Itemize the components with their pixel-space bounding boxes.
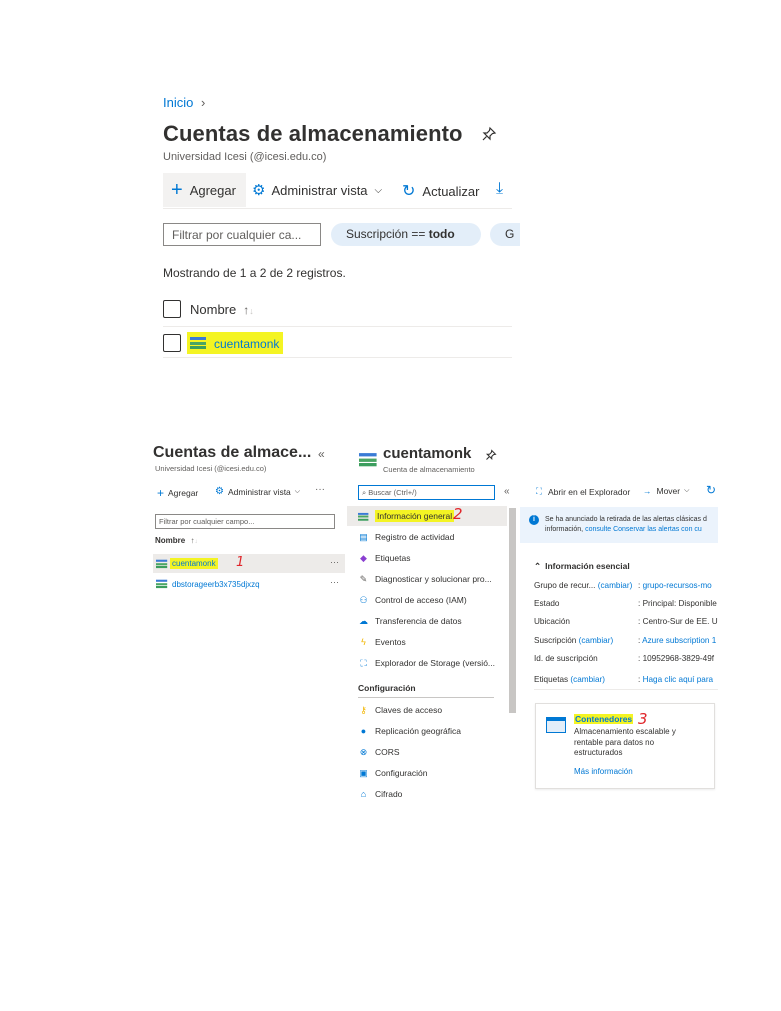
menu-search-input[interactable]: ⌕ Buscar (Ctrl+/) — [358, 485, 495, 500]
annotation-2: 2 — [453, 505, 463, 523]
open-explorer-button[interactable]: ⛶ Abrir en el Explorador — [536, 486, 630, 497]
transfer-icon: ☁ — [359, 615, 368, 626]
refresh-button[interactable]: ↻ Actualizar — [402, 181, 479, 201]
table-row-link[interactable]: cuentamonk — [214, 337, 279, 351]
pin-icon[interactable] — [481, 126, 497, 146]
refresh-icon: ↻ — [402, 183, 416, 200]
storage-account-icon — [190, 336, 206, 354]
resource-title: cuentamonk — [383, 445, 472, 462]
page-title: Cuentas de almacenamiento — [163, 121, 463, 146]
overview-icon — [358, 512, 369, 520]
page-subtitle: Universidad Icesi (@icesi.edu.co) — [163, 151, 327, 163]
explorer-icon: ⛶ — [536, 486, 542, 496]
menu-item-overview[interactable]: Información general — [358, 506, 455, 526]
pin-icon[interactable] — [485, 448, 497, 466]
log-icon: ▤ — [359, 531, 368, 542]
menu-item-activity-log[interactable]: ▤ Registro de actividad — [358, 527, 454, 547]
explorer-icon: ⛶ — [360, 657, 367, 668]
wrench-icon: ✎ — [359, 573, 368, 584]
breadcrumb-home-link[interactable]: Inicio — [163, 95, 193, 110]
cors-icon: ⊗ — [359, 746, 368, 757]
config-icon: ▣ — [359, 767, 368, 778]
arrow-right-icon: → — [643, 486, 652, 496]
records-count: Mostrando de 1 a 2 de 2 registros. — [163, 266, 346, 280]
menu-scrollbar[interactable] — [509, 508, 516, 713]
search-icon: ⌕ — [362, 487, 367, 497]
menu-item-configuration[interactable]: ▣ Configuración — [358, 763, 427, 783]
chevron-up-icon: ⌃ — [534, 561, 542, 571]
annotation-1: 1 — [236, 555, 245, 570]
info-icon: i — [529, 515, 539, 525]
plus-icon: + — [171, 179, 183, 201]
left-column-header[interactable]: Nombre ↑↓ — [155, 536, 197, 545]
sort-icon: ↑↓ — [190, 536, 198, 545]
sort-icon: ↑↓ — [243, 302, 254, 317]
menu-item-storage-explorer[interactable]: ⛶ Explorador de Storage (versió... — [358, 653, 495, 673]
filter-pill-2[interactable]: G — [490, 223, 520, 246]
row-checkbox[interactable] — [163, 334, 181, 352]
menu-item-tags[interactable]: ◆ Etiquetas — [358, 548, 410, 568]
menu-item-access-keys[interactable]: ⚷ Claves de acceso — [358, 700, 442, 720]
chevron-down-icon: ⌵ — [294, 487, 301, 495]
info-banner: i Se ha anunciado la retirada de las ale… — [520, 507, 718, 543]
menu-item-cors[interactable]: ⊗ CORS — [358, 742, 400, 762]
card-title[interactable]: Contenedores — [574, 714, 634, 724]
menu-item-geo-replication[interactable]: ● Replicación geográfica — [358, 721, 461, 741]
menu-item-data-transfer[interactable]: ☁ Transferencia de datos — [358, 611, 462, 631]
select-all-checkbox[interactable] — [163, 300, 181, 318]
more-icon[interactable]: ··· — [315, 484, 325, 495]
resource-icon — [359, 452, 377, 472]
menu-item-diagnose[interactable]: ✎ Diagnosticar y solucionar pro... — [358, 569, 492, 589]
menu-section-configuration: Configuración — [358, 683, 416, 693]
lightning-icon: ϟ — [361, 637, 366, 647]
list-item-link[interactable]: cuentamonk — [170, 558, 218, 569]
lock-icon: ⌂ — [360, 789, 367, 799]
more-icon[interactable]: ··· — [330, 577, 339, 587]
download-icon[interactable]: ⤓ — [496, 180, 503, 198]
menu-item-events[interactable]: ϟ Eventos — [358, 632, 406, 652]
menu-item-encryption[interactable]: ⌂ Cifrado — [358, 784, 403, 804]
resource-subtitle: Cuenta de almacenamiento — [383, 465, 475, 474]
refresh-icon[interactable]: ↻ — [706, 483, 716, 497]
card-description: Almacenamiento escalable y rentable para… — [574, 727, 676, 757]
containers-card[interactable]: Contenedores 3 Almacenamiento escalable … — [535, 703, 715, 789]
gear-icon: ⚙ — [215, 486, 224, 497]
chevron-down-icon: ⌵ — [684, 487, 690, 494]
left-filter-input[interactable]: Filtrar por cualquier campo... — [155, 514, 335, 529]
storage-account-icon — [156, 579, 168, 592]
breadcrumb[interactable]: Inicio › — [163, 95, 205, 110]
left-panel-title: Cuentas de almace... — [153, 444, 312, 461]
collapse-menu-icon[interactable]: « — [504, 486, 510, 497]
container-icon — [546, 717, 566, 733]
manage-view-button[interactable]: ⚙ Administrar vista ⌵ — [252, 181, 382, 199]
left-panel-subtitle: Universidad Icesi (@icesi.edu.co) — [155, 464, 267, 473]
gear-icon: ⚙ — [252, 182, 266, 199]
add-button[interactable]: + Agregar — [163, 173, 246, 207]
menu-item-iam[interactable]: ⚇ Control de acceso (IAM) — [358, 590, 466, 610]
card-more-info-link[interactable]: Más información — [574, 767, 633, 776]
notice-link[interactable]: consulte Conservar las alertas con cu — [585, 526, 702, 533]
more-icon[interactable]: ··· — [330, 557, 339, 567]
globe-icon: ● — [360, 726, 367, 736]
filter-input[interactable]: Filtrar por cualquier ca... — [163, 223, 321, 246]
list-item-link[interactable]: dbstorageerb3x735djxzq — [172, 580, 260, 589]
people-icon: ⚇ — [359, 594, 368, 605]
key-icon: ⚷ — [360, 704, 367, 715]
essentials-header[interactable]: ⌃ Información esencial — [534, 561, 630, 572]
chevron-right-icon: › — [200, 95, 206, 110]
plus-icon: + — [157, 486, 165, 500]
annotation-3: 3 — [638, 710, 648, 728]
left-add-button[interactable]: + Agregar — [157, 486, 198, 500]
chevron-down-icon: ⌵ — [374, 184, 383, 196]
move-button[interactable]: → Mover ⌵ — [643, 486, 689, 496]
collapse-icon[interactable]: « — [318, 447, 325, 461]
storage-account-icon — [156, 559, 168, 572]
tag-icon: ◆ — [360, 552, 367, 563]
left-manage-view-button[interactable]: ⚙ Administrar vista ⌵ — [215, 486, 300, 497]
subscription-filter-pill[interactable]: Suscripción == todo — [331, 223, 481, 246]
column-header-name[interactable]: Nombre ↑↓ — [190, 302, 254, 317]
